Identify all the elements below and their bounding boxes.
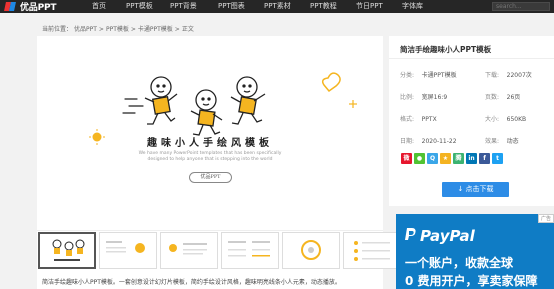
facebook-icon[interactable]: f (479, 153, 490, 164)
linkedin-icon[interactable]: in (466, 153, 477, 164)
site-logo[interactable]: 优品PPT (4, 0, 57, 13)
preview-brand-button: 优品PPT (189, 172, 232, 183)
thumbnail[interactable] (38, 232, 96, 269)
breadcrumb-prefix: 当前位置： (42, 26, 73, 33)
thumbnail-preview-icon (354, 241, 390, 261)
main-content: 趣味小人手绘风模板 We have many PowerPoint templa… (37, 36, 401, 289)
heart-doodle-icon (321, 72, 341, 93)
meta-label: 下载: (485, 72, 500, 79)
share-buttons: 微 ● Q ★ 腾 in f t (401, 153, 503, 164)
nav-item-ppt-tutorials[interactable]: PPT教程 (310, 0, 337, 13)
cartoon-figure-right (230, 76, 266, 125)
meta-format: 格式: PPTX (400, 114, 437, 123)
twitter-icon[interactable]: t (492, 153, 503, 164)
thumbnail-strip (37, 232, 401, 272)
divider (389, 58, 554, 59)
meta-pages: 页数: 26页 (485, 92, 520, 101)
thumbnail[interactable] (343, 232, 401, 269)
nav-item-home[interactable]: 首页 (92, 0, 106, 13)
cartoon-figure-middle (190, 89, 223, 136)
breadcrumb-current: 正文 (181, 26, 194, 33)
nav-item-ppt-materials[interactable]: PPT素材 (264, 0, 291, 13)
thumbnail[interactable] (221, 232, 279, 269)
meta-downloads: 下载: 22007次 (485, 70, 532, 79)
meta-value: 22007次 (506, 72, 532, 79)
thumbnail-preview-icon (52, 239, 85, 261)
search-input[interactable] (492, 2, 550, 11)
nav-item-ppt-templates[interactable]: PPT模板 (126, 0, 153, 13)
meta-value: 650KB (506, 116, 527, 123)
qzone-icon[interactable]: ★ (440, 153, 451, 164)
preview-subtitle: We have many PowerPoint templates that h… (37, 151, 383, 163)
breadcrumb-link-home[interactable]: 优品PPT (74, 26, 97, 33)
nav-item-ppt-charts[interactable]: PPT图表 (218, 0, 245, 13)
thumbnail-preview-icon (301, 240, 321, 260)
nav-item-ppt-backgrounds[interactable]: PPT背景 (170, 0, 197, 13)
thumbnail-preview-icon (169, 243, 207, 255)
breadcrumb-link-cartoon[interactable]: 卡通PPT模板 (138, 26, 173, 33)
breadcrumb-separator: > (174, 26, 180, 33)
thumbnail-preview-icon (228, 241, 270, 257)
qq-icon[interactable]: Q (427, 153, 438, 164)
breadcrumb: 当前位置： 优品PPT > PPT模板 > 卡通PPT模板 > 正文 (42, 24, 196, 33)
meta-label: 效果: (485, 138, 500, 145)
ad-subheadline: 0 费用开户，享卖家保障 (405, 274, 538, 288)
meta-value[interactable]: 卡通PPT模板 (422, 72, 457, 79)
breadcrumb-separator: > (130, 26, 136, 33)
meta-value: PPTX (421, 116, 437, 123)
meta-ratio: 比例: 宽屏16:9 (400, 92, 447, 101)
meta-value: 26页 (506, 94, 521, 101)
meta-date: 日期: 2020-11-22 (400, 136, 457, 145)
meta-label: 页数: (485, 94, 500, 101)
thumbnail[interactable] (99, 232, 157, 269)
template-info-panel: 简洁手绘趣味小人PPT模板 分类: 卡通PPT模板 下载: 22007次 比例:… (389, 36, 554, 206)
meta-size: 大小: 650KB (485, 114, 526, 123)
template-description: 简洁手绘趣味小人PPT模板。一套创意设计幻灯片模板，简约手绘设计风格，趣味明亮线… (42, 279, 341, 286)
thumbnail-preview-icon (106, 241, 145, 253)
ad-brand: PayPal (420, 227, 475, 245)
meta-label: 日期: (400, 138, 415, 145)
meta-label: 比例: (400, 94, 415, 101)
ad-headline: 一个账户，收款全球 (405, 256, 514, 270)
paypal-logo: PayPal (405, 227, 475, 245)
meta-label: 分类: (400, 72, 415, 79)
wechat-icon[interactable]: ● (414, 153, 425, 164)
meta-value: 2020-11-22 (421, 138, 457, 145)
meta-label: 格式: (400, 116, 415, 123)
preview-title: 趣味小人手绘风模板 (147, 138, 273, 149)
breadcrumb-link-ppt-templates[interactable]: PPT模板 (106, 26, 129, 33)
preview-subtitle-line: designed to help anyone that is stepping… (147, 157, 273, 162)
logo-text: 优品PPT (20, 3, 57, 13)
nav-item-holiday-ppt[interactable]: 节日PPT (356, 0, 383, 13)
template-title: 简洁手绘趣味小人PPT模板 (400, 45, 492, 54)
meta-label: 大小: (485, 116, 500, 123)
meta-value: 动态 (506, 138, 519, 145)
advertisement[interactable]: 广告 PayPal 一个账户，收款全球 0 费用开户，享卖家保障 (396, 214, 554, 289)
logo-mark-icon (4, 1, 18, 12)
thumbnail[interactable] (160, 232, 218, 269)
tencent-weibo-icon[interactable]: 腾 (453, 153, 464, 164)
cartoon-figure-left (144, 76, 178, 125)
ad-label: 广告 (537, 214, 554, 223)
weibo-icon[interactable]: 微 (401, 153, 412, 164)
top-nav: 优品PPT 首页 PPT模板 PPT背景 PPT图表 PPT素材 PPT教程 节… (0, 0, 554, 13)
sparkle-doodle-icon (349, 100, 357, 108)
meta-effect: 效果: 动态 (485, 136, 519, 145)
meta-category: 分类: 卡通PPT模板 (400, 70, 457, 79)
breadcrumb-separator: > (98, 26, 104, 33)
download-button[interactable]: ↓ 点击下载 (442, 182, 509, 197)
paypal-icon (405, 227, 417, 245)
thumbnail[interactable] (282, 232, 340, 269)
template-preview: 趣味小人手绘风模板 We have many PowerPoint templa… (37, 36, 383, 231)
meta-value: 宽屏16:9 (421, 94, 448, 101)
nav-item-font-library[interactable]: 字体库 (402, 0, 423, 13)
